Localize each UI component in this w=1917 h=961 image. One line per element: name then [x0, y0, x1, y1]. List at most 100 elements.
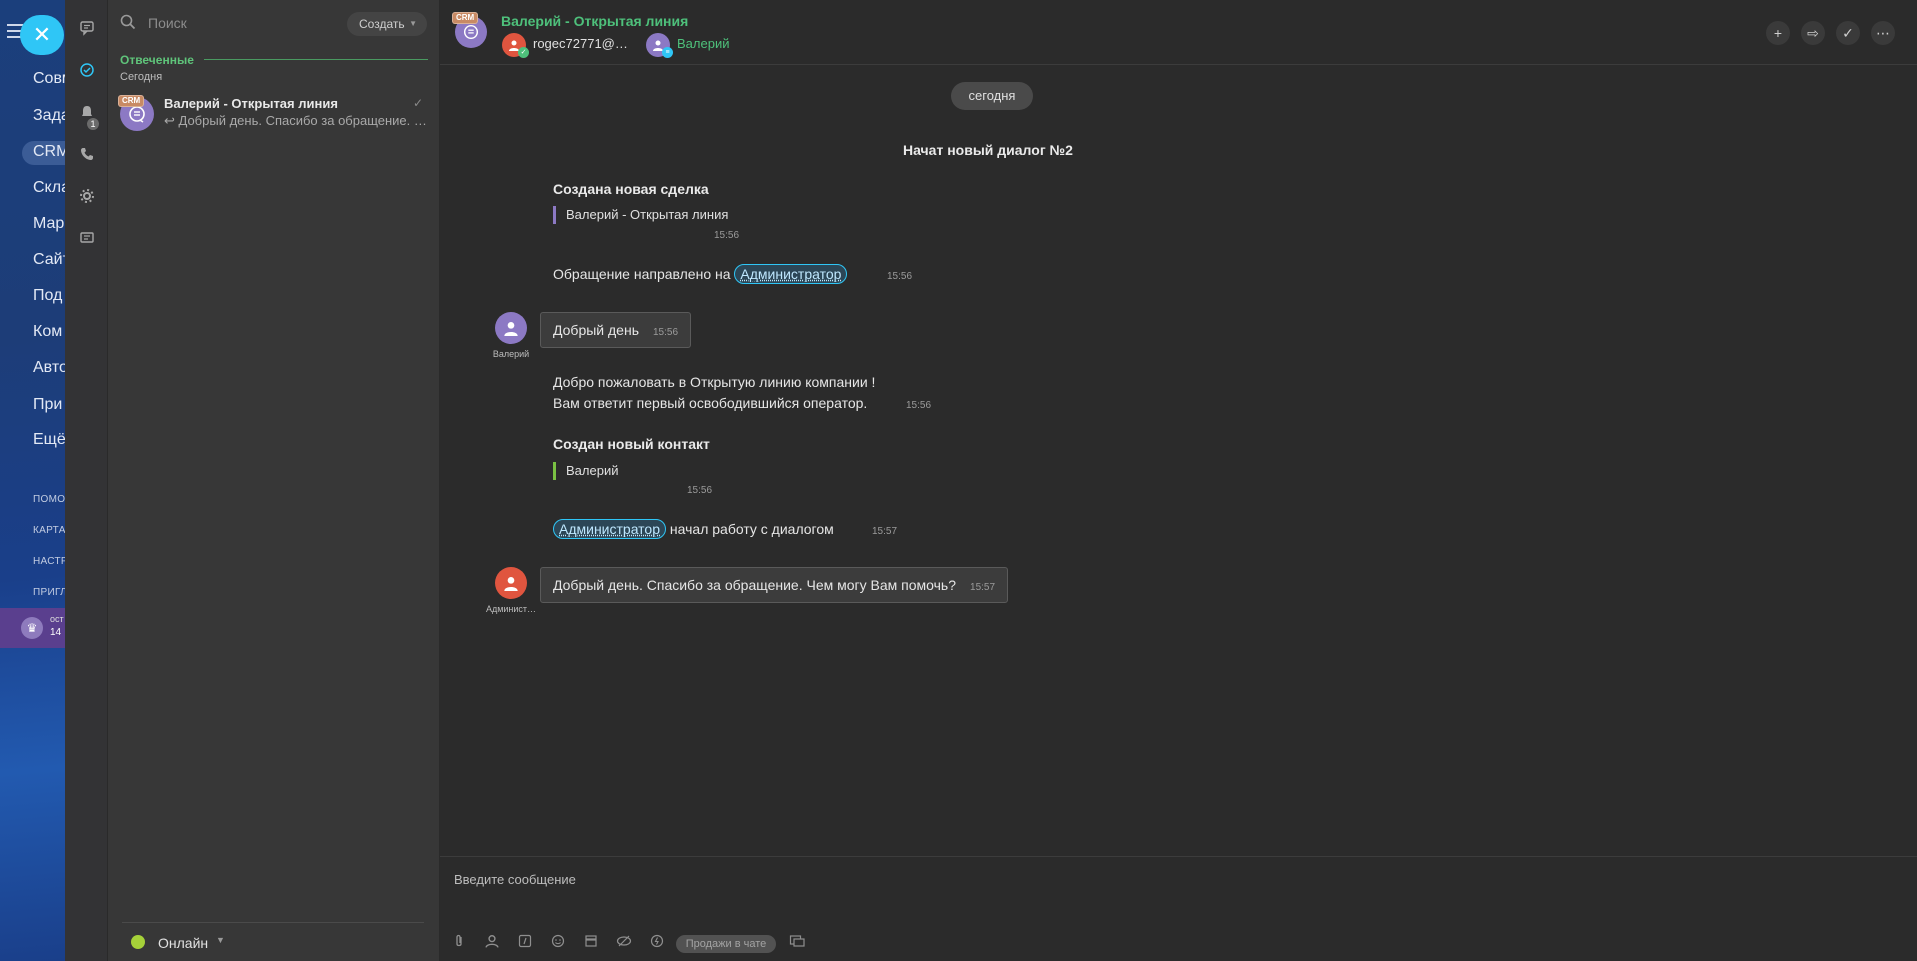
participant-email[interactable]: rogec72771@wi… [533, 36, 633, 51]
smile-icon[interactable] [549, 934, 567, 952]
welcome-message-line: Вам ответит первый освободившийся операт… [553, 395, 868, 411]
nav-link[interactable]: НАСТР [33, 556, 65, 567]
nav-item[interactable]: Скла [33, 179, 65, 197]
nav-item[interactable]: Авто [33, 359, 65, 377]
dialog-panel: CRM Валерий - Открытая линия ✓ rogec7277… [440, 0, 1917, 961]
message-composer: Продажи в чате [440, 856, 1917, 961]
messenger-iconbar: 1 [65, 0, 108, 961]
chat-icon[interactable] [77, 20, 97, 40]
nav-item-crm[interactable]: CRM [33, 143, 65, 161]
transfer-button[interactable]: ⇨ [1801, 21, 1825, 45]
forward-icon: ⇨ [1807, 25, 1819, 41]
phone-icon[interactable] [77, 146, 97, 166]
deal-link[interactable]: Валерий - Открытая линия [553, 206, 728, 224]
system-message-started: Администратор начал работу с диалогом [553, 519, 834, 539]
operator-mention[interactable]: Администратор [734, 264, 848, 284]
nav-link[interactable]: КАРТА [33, 525, 65, 536]
client-message: Добрый день 15:56 [540, 312, 692, 348]
system-message-routed: Обращение направлено на Администратор [553, 264, 848, 284]
notifications-badge: 1 [87, 118, 99, 130]
message-time: 15:56 [714, 230, 740, 241]
license-text: ост [50, 614, 64, 624]
close-messenger-button[interactable]: ✕ [20, 15, 64, 55]
message-time: 15:57 [970, 582, 996, 593]
nav-item[interactable]: Сайт [33, 251, 65, 269]
license-days: 14 [50, 627, 62, 638]
nav-item[interactable]: Мар [33, 215, 64, 233]
nav-item[interactable]: Совм [33, 70, 65, 88]
lightning-icon[interactable] [648, 934, 666, 952]
open-lines-icon[interactable] [77, 62, 97, 82]
chat-window-icon[interactable] [788, 934, 806, 952]
openline-icon: ≡ [662, 47, 673, 58]
operator-message: Добрый день. Спасибо за обращение. Чем м… [540, 567, 1009, 603]
add-user-button[interactable]: + [1766, 21, 1790, 45]
contact-link[interactable]: Валерий [553, 462, 618, 480]
nav-link[interactable]: ПОМО [33, 494, 65, 505]
message-input[interactable] [454, 867, 1894, 891]
create-button[interactable]: Создать ▼ [347, 12, 427, 36]
nav-item-more[interactable]: Ещё [33, 431, 65, 449]
notes-icon[interactable] [77, 230, 97, 250]
welcome-message-line: Добро пожаловать в Открытую линию компан… [553, 374, 876, 390]
user-status-icon: ✓ [518, 47, 529, 58]
sales-in-chat-button[interactable]: Продажи в чате [676, 935, 776, 953]
search-icon [120, 14, 136, 30]
chevron-down-icon: ▼ [409, 19, 417, 28]
chat-title: Валерий - Открытая линия [164, 96, 338, 111]
client-avatar[interactable] [495, 312, 527, 344]
nav-link[interactable]: ПРИГЛ [33, 587, 65, 598]
recent-chat-item[interactable]: CRM Валерий - Открытая линия ↩ Добрый де… [108, 88, 439, 138]
message-time: 15:56 [887, 271, 913, 282]
chevron-down-icon[interactable]: ▼ [216, 935, 225, 945]
quick-answers-icon[interactable] [516, 934, 534, 952]
check-circle-icon: ✓ [1842, 25, 1854, 41]
license-banner[interactable]: ♛ ост 14 [0, 608, 65, 648]
message-time: 15:57 [872, 526, 898, 537]
section-title-answered: Отвеченные [120, 53, 194, 67]
system-message-contact-title: Создан новый контакт [553, 436, 710, 452]
settings-icon[interactable] [77, 188, 97, 208]
date-separator: сегодня [951, 82, 1033, 110]
user-icon[interactable] [483, 934, 501, 952]
crm-badge: CRM [452, 12, 479, 24]
operator-avatar[interactable] [495, 567, 527, 599]
more-button[interactable]: ⋯ [1871, 21, 1895, 45]
finish-dialog-button[interactable]: ✓ [1836, 21, 1860, 45]
crown-icon: ♛ [21, 617, 43, 639]
system-message-deal-title: Создана новая сделка [553, 181, 709, 197]
dialog-title[interactable]: Валерий - Открытая линия [501, 13, 688, 29]
online-status-icon[interactable] [131, 935, 145, 949]
status-label[interactable]: Онлайн [158, 935, 208, 951]
message-text: Добрый день [553, 322, 639, 338]
message-author[interactable]: Админист… [485, 604, 537, 614]
routed-text: Обращение направлено на [553, 266, 731, 282]
portal-sidebar: Совм Зада CRM Скла Мар Сайт Под Ком Авто… [0, 0, 65, 961]
nav-item[interactable]: При [33, 396, 62, 414]
participant-name[interactable]: Валерий [677, 36, 729, 51]
message-time: 15:56 [687, 485, 713, 496]
catalog-icon[interactable] [582, 934, 600, 952]
message-author[interactable]: Валерий [485, 349, 537, 359]
attach-icon[interactable] [450, 934, 468, 952]
date-group-label: Сегодня [120, 71, 163, 83]
section-divider [204, 59, 428, 60]
started-text: начал работу с диалогом [669, 521, 834, 537]
system-message-dialog-start: Начат новый диалог №2 [903, 142, 1073, 158]
crm-badge: CRM [118, 95, 145, 107]
recent-list-panel: Создать ▼ Отвеченные Сегодня CRM Валерий … [108, 0, 440, 961]
more-icon: ⋯ [1876, 25, 1890, 41]
nav-item[interactable]: Ком [33, 323, 62, 341]
close-icon: ✕ [32, 22, 52, 47]
footer-divider [122, 922, 424, 923]
message-time: 15:56 [652, 327, 679, 338]
read-check-icon: ✓ [412, 96, 423, 110]
hidden-message-icon[interactable] [615, 934, 633, 952]
nav-item[interactable]: Под [33, 287, 62, 305]
nav-item[interactable]: Зада [33, 107, 65, 125]
search-input[interactable] [148, 12, 298, 34]
dialog-header: CRM Валерий - Открытая линия ✓ rogec7277… [440, 0, 1917, 65]
operator-mention[interactable]: Администратор [553, 519, 667, 539]
message-time: 15:56 [906, 400, 932, 411]
create-button-label: Создать [359, 17, 405, 31]
